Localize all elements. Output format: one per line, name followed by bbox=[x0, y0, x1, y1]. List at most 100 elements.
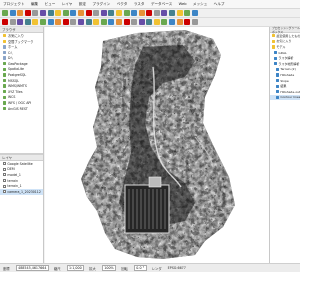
toolbar-button-icon[interactable] bbox=[32, 19, 39, 25]
toolbar-button-icon[interactable] bbox=[191, 10, 198, 16]
toolbar-button-icon[interactable] bbox=[32, 10, 39, 16]
toolbar-button-icon[interactable] bbox=[176, 19, 183, 25]
toolbar-button-icon[interactable] bbox=[62, 19, 69, 25]
scale-field[interactable]: 1:1,000 bbox=[66, 265, 85, 271]
toolbar-button-icon[interactable] bbox=[93, 10, 100, 16]
toolbar-button-icon[interactable] bbox=[85, 19, 92, 25]
status-bar: 座標 488545,4617664 縮尺 1:1,000 拡大 100% 回転 … bbox=[0, 263, 300, 272]
menu-item[interactable]: ビュー bbox=[45, 2, 56, 7]
toolbar-button-icon[interactable] bbox=[131, 10, 138, 16]
folder-icon bbox=[3, 73, 7, 77]
layer-label: terrain bbox=[7, 178, 19, 183]
toolbar-button-icon[interactable] bbox=[93, 19, 100, 25]
toolbar-button-icon[interactable] bbox=[131, 19, 138, 25]
menu-item[interactable]: Web bbox=[179, 2, 187, 6]
toolbar-button-icon[interactable] bbox=[108, 19, 115, 25]
toolbar-button-icon[interactable] bbox=[161, 10, 168, 16]
layer-visibility-checkbox[interactable] bbox=[3, 162, 6, 166]
toolbar-button-icon[interactable] bbox=[184, 10, 191, 16]
toolbar-button-icon[interactable] bbox=[70, 10, 77, 16]
toolbar-button-icon[interactable] bbox=[100, 10, 107, 16]
menu-item[interactable]: レイヤ bbox=[62, 2, 73, 7]
menu-item[interactable]: 設定 bbox=[79, 2, 86, 7]
toolbar-button-icon[interactable] bbox=[47, 19, 54, 25]
toolbar-button-icon[interactable] bbox=[9, 10, 16, 16]
toolbar-button-icon[interactable] bbox=[47, 10, 54, 16]
toolbar-button-icon[interactable] bbox=[115, 10, 122, 16]
menu-item[interactable]: ヘルプ bbox=[214, 2, 225, 7]
toolbar-button-icon[interactable] bbox=[176, 10, 183, 16]
browser-item-label: ArcGIS REST bbox=[7, 106, 28, 111]
toolbar-button-icon[interactable] bbox=[17, 19, 24, 25]
toolbar-button-icon[interactable] bbox=[62, 10, 69, 16]
blank-area bbox=[0, 272, 300, 300]
layer-visibility-checkbox[interactable] bbox=[3, 190, 6, 194]
right-dock: プロセッシングツールボックス 最近使用したもの お気に入り モデル GDAL ラスタ解析… bbox=[269, 26, 300, 263]
layer-visibility-checkbox[interactable] bbox=[3, 167, 6, 171]
toolbar-button-icon[interactable] bbox=[9, 19, 16, 25]
building-block bbox=[124, 176, 170, 234]
toolbar-button-icon[interactable] bbox=[2, 10, 8, 16]
toolbar-button-icon[interactable] bbox=[146, 10, 153, 16]
menu-item[interactable]: ベクタ bbox=[117, 2, 128, 7]
toolbar-button-icon[interactable] bbox=[161, 19, 168, 25]
toolbar-button-icon[interactable] bbox=[77, 19, 84, 25]
toolbar-button-icon[interactable] bbox=[123, 19, 130, 25]
folder-icon bbox=[3, 34, 7, 38]
layer-visibility-checkbox[interactable] bbox=[3, 184, 6, 188]
toolbar-button-icon[interactable] bbox=[24, 10, 31, 16]
crs-button[interactable]: EPSG:6677 bbox=[168, 266, 186, 270]
zoom-label: 拡大 bbox=[89, 266, 96, 271]
toolbar-button-icon[interactable] bbox=[153, 19, 160, 25]
menu-bar: プロジェクト 編集 ビュー レイヤ 設定 プラグイン ベクタ ラスタ データベース Web メッシュ… bbox=[0, 0, 300, 9]
menu-item[interactable]: メッシュ bbox=[193, 2, 207, 7]
toolbar-button-icon[interactable] bbox=[169, 19, 176, 25]
rotation-label: 回転 bbox=[121, 266, 128, 271]
folder-icon bbox=[3, 106, 7, 111]
menu-item[interactable]: プロジェクト bbox=[3, 2, 25, 7]
toolbox-item-label: ラスタ地形解析 bbox=[278, 61, 300, 66]
tool-icon bbox=[272, 34, 276, 38]
toolbar-button-icon[interactable] bbox=[115, 19, 122, 25]
toolbar-button-icon[interactable] bbox=[39, 19, 46, 25]
toolbox-item[interactable]: Contour lines bbox=[270, 94, 300, 101]
toolbar-button-icon[interactable] bbox=[123, 10, 130, 16]
toolbar-button-icon[interactable] bbox=[55, 10, 62, 16]
rotation-field[interactable]: 0.0 ° bbox=[133, 265, 147, 271]
toolbar-button-icon[interactable] bbox=[138, 10, 145, 16]
zoom-field[interactable]: 100% bbox=[101, 265, 117, 271]
toolbar-button-icon[interactable] bbox=[191, 19, 198, 25]
toolbar-button-icon[interactable] bbox=[70, 19, 77, 25]
toolbox-tree[interactable]: 最近使用したもの お気に入り モデル GDAL ラスタ解析 ラスタ地形解析 Terrain … bbox=[270, 33, 300, 101]
layer-visibility-checkbox[interactable] bbox=[3, 173, 6, 177]
browser-tree[interactable]: お気に入り 空間ブックマーク ホーム C:\ D:\ GeoPackage SpatiaLi… bbox=[0, 33, 43, 153]
menu-item[interactable]: 編集 bbox=[31, 2, 38, 7]
tool-icon bbox=[272, 39, 276, 43]
toolbar-button-icon[interactable] bbox=[24, 19, 31, 25]
toolbar-button-icon[interactable] bbox=[153, 10, 160, 16]
toolbar-button-icon[interactable] bbox=[39, 10, 46, 16]
toolbar-button-icon[interactable] bbox=[2, 19, 8, 25]
toolbar-button-icon[interactable] bbox=[17, 10, 24, 16]
menu-item[interactable]: プラグイン bbox=[92, 2, 110, 7]
browser-item[interactable]: ArcGIS REST bbox=[0, 106, 43, 112]
toolbar-button-icon[interactable] bbox=[138, 19, 145, 25]
tool-icon bbox=[276, 95, 280, 99]
toolbar-button-icon[interactable] bbox=[85, 10, 92, 16]
menu-item[interactable]: ラスタ bbox=[134, 2, 145, 7]
toolbar-button-icon[interactable] bbox=[169, 10, 176, 16]
coordinate-field[interactable]: 488545,4617664 bbox=[15, 265, 49, 271]
toolbar-button-icon[interactable] bbox=[184, 19, 191, 25]
toolbar-button-icon[interactable] bbox=[55, 19, 62, 25]
layer-visibility-checkbox[interactable] bbox=[3, 179, 6, 183]
map-canvas[interactable] bbox=[45, 27, 269, 263]
layer-item[interactable]: camera_1_20230112 bbox=[0, 188, 43, 195]
menu-item[interactable]: データベース bbox=[151, 2, 172, 7]
toolbar-button-icon[interactable] bbox=[108, 10, 115, 16]
toolbar-button-icon[interactable] bbox=[77, 10, 84, 16]
toolbar-button-icon[interactable] bbox=[146, 19, 153, 25]
toolbox-item-label: Hillshade bbox=[280, 72, 295, 77]
browser-item-label: C:\ bbox=[7, 50, 13, 55]
toolbar-button-icon[interactable] bbox=[100, 19, 107, 25]
layers-list[interactable]: Google Satellite DEM model_1 terrain terrain… bbox=[0, 161, 43, 261]
